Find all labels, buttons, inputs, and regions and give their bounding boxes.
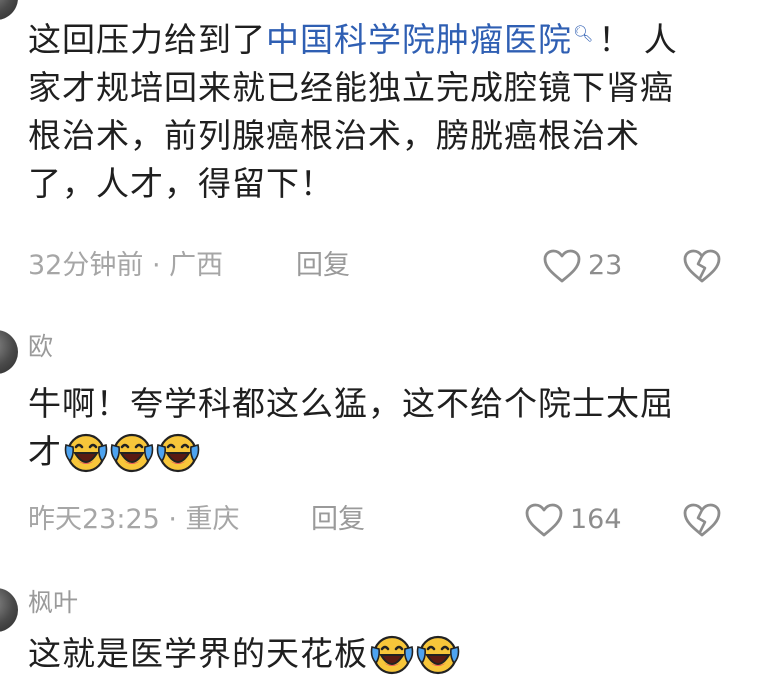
comment-text: 这就是医学界的天花板 (28, 630, 768, 678)
timestamp-location: 32分钟前 · 广西 (28, 250, 224, 281)
like-count: 23 (588, 250, 623, 281)
like-count: 164 (570, 504, 622, 535)
comment-line: 这就是医学界的天花板 (28, 630, 768, 678)
hospital-link[interactable]: 中国科学院肿瘤医院🔍︎ (266, 20, 598, 59)
username[interactable]: 欧 (28, 330, 53, 364)
search-icon: 🔍︎ (573, 24, 595, 43)
heart-icon (542, 248, 582, 284)
like-button[interactable]: 164 (524, 500, 622, 540)
comment-text: 牛啊！夸学科都这么猛，这不给个院士太屈 才 (28, 380, 768, 476)
laughing-crying-emoji (416, 633, 460, 675)
laughing-crying-emoji (370, 633, 414, 675)
like-button[interactable]: 23 (542, 246, 622, 286)
comment-line: 根治术，前列腺癌根治术，膀胱癌根治术 (28, 116, 640, 155)
avatar[interactable] (0, 0, 18, 20)
dislike-icon[interactable] (682, 248, 722, 284)
laughing-crying-emoji (156, 431, 200, 473)
laughing-crying-emoji (64, 431, 108, 473)
heart-icon (524, 502, 564, 538)
comment-line: 家才规培回来就已经能独立完成腔镜下肾癌 (28, 68, 674, 107)
comment-meta: 昨天23:25 · 重庆 回复 164 (28, 500, 777, 540)
timestamp-location: 昨天23:25 · 重庆 (28, 504, 240, 535)
comment-meta: 32分钟前 · 广西 回复 23 (28, 246, 777, 286)
comment-line: 这回压力给到了中国科学院肿瘤医院🔍︎！ 人 (28, 20, 678, 59)
avatar[interactable] (0, 330, 18, 374)
reply-button[interactable]: 回复 (296, 246, 350, 286)
comment-text: 这回压力给到了中国科学院肿瘤医院🔍︎！ 人 家才规培回来就已经能独立完成腔镜下肾… (28, 10, 768, 208)
comment-line: 牛啊！夸学科都这么猛，这不给个院士太屈 (28, 384, 674, 423)
username[interactable]: 枫叶 (28, 586, 78, 620)
laughing-crying-emoji (110, 431, 154, 473)
comment-line: 才 (28, 428, 768, 476)
comment-line: 了，人才，得留下！ (28, 164, 334, 203)
dislike-icon[interactable] (682, 502, 722, 538)
avatar[interactable] (0, 588, 18, 632)
reply-button[interactable]: 回复 (311, 500, 365, 540)
